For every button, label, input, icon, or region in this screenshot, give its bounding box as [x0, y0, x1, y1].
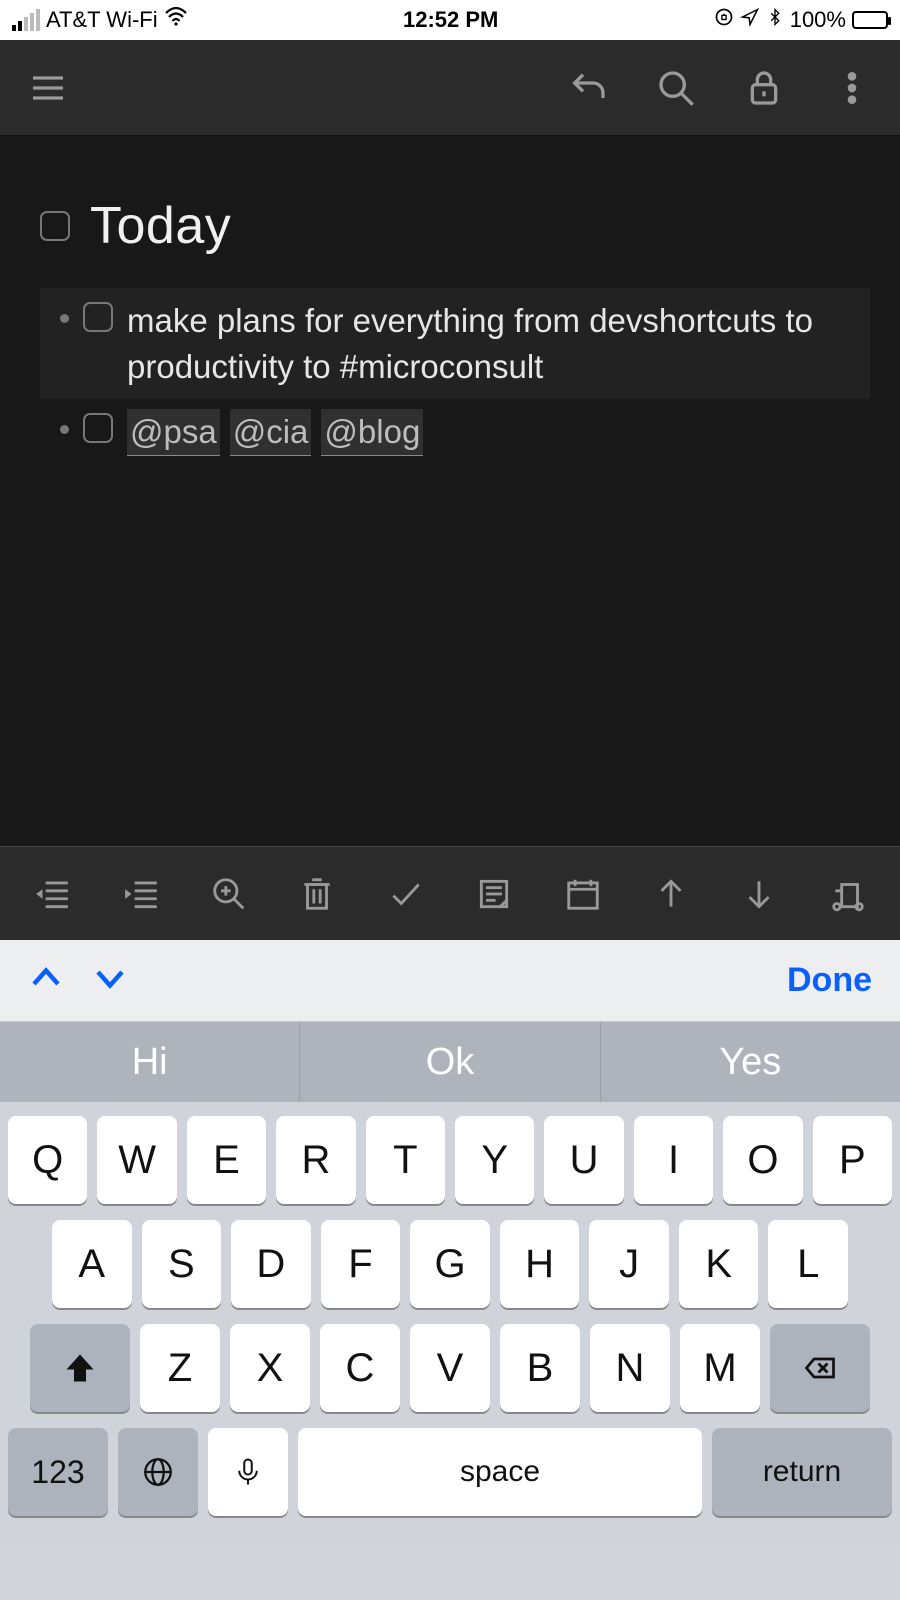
key-b[interactable]: B	[500, 1324, 580, 1412]
key-k[interactable]: K	[679, 1220, 759, 1308]
status-bar: AT&T Wi-Fi 12:52 PM 100%	[0, 0, 900, 40]
key-y[interactable]: Y	[455, 1116, 534, 1204]
bluetooth-icon	[766, 6, 784, 34]
calendar-icon[interactable]	[559, 870, 607, 918]
note-editor[interactable]: Today make plans for everything from dev…	[0, 136, 900, 846]
key-u[interactable]: U	[544, 1116, 623, 1204]
undo-icon[interactable]	[564, 64, 612, 112]
menu-icon[interactable]	[24, 64, 72, 112]
checkmark-icon[interactable]	[382, 870, 430, 918]
keyboard-accessory: Done	[0, 940, 900, 1022]
zoom-in-icon[interactable]	[205, 870, 253, 918]
trash-icon[interactable]	[293, 870, 341, 918]
key-g[interactable]: G	[410, 1220, 490, 1308]
arrow-down-icon[interactable]	[735, 870, 783, 918]
key-m[interactable]: M	[680, 1324, 760, 1412]
suggestion[interactable]: Hi	[0, 1022, 300, 1102]
key-i[interactable]: I	[634, 1116, 713, 1204]
key-f[interactable]: F	[321, 1220, 401, 1308]
globe-key[interactable]	[118, 1428, 198, 1516]
bullet-icon	[60, 425, 69, 434]
signal-icon	[12, 9, 40, 31]
task-checkbox[interactable]	[83, 413, 113, 443]
suggestion[interactable]: Ok	[300, 1022, 600, 1102]
location-icon	[740, 7, 760, 33]
indent-icon[interactable]	[117, 870, 165, 918]
key-r[interactable]: R	[276, 1116, 355, 1204]
lock-icon[interactable]	[740, 64, 788, 112]
backspace-key[interactable]	[770, 1324, 870, 1412]
key-q[interactable]: Q	[8, 1116, 87, 1204]
tag[interactable]: @cia	[230, 409, 312, 456]
note-icon[interactable]	[470, 870, 518, 918]
prev-field-icon[interactable]	[28, 960, 64, 1001]
battery-pct-label: 100%	[790, 7, 846, 33]
arrow-up-icon[interactable]	[647, 870, 695, 918]
more-icon[interactable]	[828, 64, 876, 112]
edit-toolbar	[0, 846, 900, 940]
key-a[interactable]: A	[52, 1220, 132, 1308]
task-item[interactable]: make plans for everything from devshortc…	[40, 288, 870, 399]
search-icon[interactable]	[652, 64, 700, 112]
wifi-icon	[164, 5, 188, 35]
app-toolbar	[0, 40, 900, 136]
note-title[interactable]: Today	[90, 196, 231, 256]
outdent-icon[interactable]	[28, 870, 76, 918]
move-icon[interactable]	[824, 870, 872, 918]
mic-key[interactable]	[208, 1428, 288, 1516]
key-s[interactable]: S	[142, 1220, 222, 1308]
key-n[interactable]: N	[590, 1324, 670, 1412]
key-d[interactable]: D	[231, 1220, 311, 1308]
task-checkbox[interactable]	[83, 302, 113, 332]
key-e[interactable]: E	[187, 1116, 266, 1204]
key-l[interactable]: L	[768, 1220, 848, 1308]
battery-icon	[852, 11, 888, 29]
key-h[interactable]: H	[500, 1220, 580, 1308]
return-key[interactable]: return	[712, 1428, 892, 1516]
rotation-lock-icon	[714, 7, 734, 33]
done-button[interactable]: Done	[787, 961, 872, 1000]
clock-label: 12:52 PM	[403, 7, 498, 33]
key-t[interactable]: T	[366, 1116, 445, 1204]
task-item[interactable]: @psa @cia @blog	[40, 399, 870, 466]
key-x[interactable]: X	[230, 1324, 310, 1412]
tag[interactable]: @psa	[127, 409, 220, 456]
shift-key[interactable]	[30, 1324, 130, 1412]
next-field-icon[interactable]	[92, 960, 128, 1001]
key-v[interactable]: V	[410, 1324, 490, 1412]
key-c[interactable]: C	[320, 1324, 400, 1412]
space-key[interactable]: space	[298, 1428, 702, 1516]
keyboard-suggestions: Hi Ok Yes	[0, 1022, 900, 1102]
bullet-icon	[60, 314, 69, 323]
key-z[interactable]: Z	[140, 1324, 220, 1412]
keyboard: QWERTYUIOP ASDFGHJKL ZXCVBNM 123 space r…	[0, 1102, 900, 1542]
key-j[interactable]: J	[589, 1220, 669, 1308]
task-text[interactable]: make plans for everything from devshortc…	[127, 298, 864, 389]
carrier-label: AT&T Wi-Fi	[46, 7, 158, 33]
key-o[interactable]: O	[723, 1116, 802, 1204]
key-p[interactable]: P	[813, 1116, 892, 1204]
suggestion[interactable]: Yes	[601, 1022, 900, 1102]
title-checkbox[interactable]	[40, 211, 70, 241]
tag[interactable]: @blog	[321, 409, 423, 456]
numbers-key[interactable]: 123	[8, 1428, 108, 1516]
key-w[interactable]: W	[97, 1116, 176, 1204]
